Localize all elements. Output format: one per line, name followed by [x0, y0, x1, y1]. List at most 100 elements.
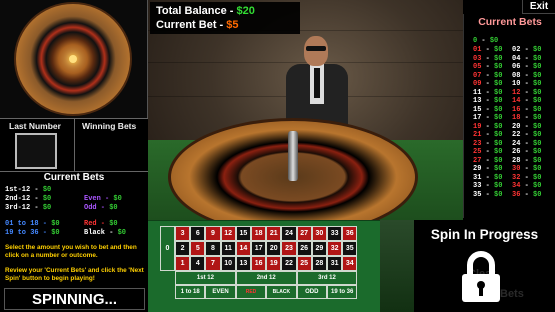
number-bet-amount: $0 — [494, 54, 503, 63]
number-label: 07 — [473, 71, 482, 80]
bet-cell-number[interactable]: 19 — [266, 256, 282, 271]
number-bet-item: 33 - $0 — [473, 182, 503, 190]
number-label: 33 — [473, 182, 482, 190]
number-label: 20 — [512, 122, 521, 131]
bet-label: Odd - — [84, 204, 106, 212]
bet-cell-outside[interactable]: EVEN — [205, 285, 236, 299]
number-bet-amount: $0 — [494, 46, 503, 54]
number-label: 29 — [473, 165, 482, 173]
bet-cell-dozen[interactable]: 1st 12 — [175, 271, 236, 285]
number-label: 31 — [473, 173, 482, 182]
number-bet-amount: $0 — [533, 54, 542, 63]
bet-cell-number[interactable]: 17 — [251, 241, 267, 256]
bet-cell-number[interactable]: 33 — [327, 226, 343, 241]
bet-amount: $0 — [109, 204, 118, 212]
bet-cell-number[interactable]: 36 — [342, 226, 358, 241]
number-bet-amount: $0 — [494, 122, 503, 131]
number-bet-item: 30 - $0 — [512, 165, 542, 173]
bet-cell-number[interactable]: 34 — [342, 256, 358, 271]
bet-cell-number[interactable]: 15 — [235, 226, 251, 241]
bet-cell-number[interactable]: 6 — [190, 226, 206, 241]
bet-cell-outside[interactable]: 19 to 36 — [327, 285, 358, 299]
bet-cell-number[interactable]: 16 — [251, 256, 267, 271]
bet-cell-number[interactable]: 25 — [296, 256, 312, 271]
bet-cell-outside[interactable]: BLACK — [266, 285, 297, 299]
number-label: 01 — [473, 46, 482, 54]
bet-cell-number[interactable]: 4 — [190, 256, 206, 271]
bet-cell-number[interactable]: 32 — [327, 241, 343, 256]
number-label: 03 — [473, 54, 482, 63]
current-bet-row: Black - $0 — [84, 229, 126, 237]
number-bet-amount: $0 — [494, 97, 503, 105]
bet-cell-number[interactable]: 23 — [281, 241, 297, 256]
bet-cell-number[interactable]: 12 — [220, 226, 236, 241]
number-label: 30 — [512, 165, 521, 173]
number-bet-item: 17 - $0 — [473, 114, 503, 122]
number-bet-amount: $0 — [494, 105, 503, 114]
bet-cell-number[interactable]: 5 — [190, 241, 206, 256]
current-bet-row: Even - $0 — [84, 195, 122, 203]
bet-cell-outside[interactable]: ODD — [296, 285, 327, 299]
bet-cell-number[interactable]: 8 — [205, 241, 221, 256]
bet-cell-number[interactable]: 20 — [266, 241, 282, 256]
number-label: 25 — [473, 148, 482, 156]
bet-cell-zero[interactable]: 0 — [160, 226, 175, 271]
number-bet-amount: $0 — [494, 182, 503, 190]
bet-label: 1st-12 - — [5, 186, 39, 194]
bet-cell-number[interactable]: 13 — [235, 256, 251, 271]
number-bet-item: 16 - $0 — [512, 105, 542, 114]
number-bet-item: 29 - $0 — [473, 165, 503, 173]
bet-cell-number[interactable]: 22 — [281, 256, 297, 271]
bet-cell-number[interactable]: 35 — [342, 241, 358, 256]
number-bet-amount: $0 — [494, 165, 503, 173]
bet-cell-number[interactable]: 30 — [311, 226, 327, 241]
number-label: 35 — [473, 190, 482, 199]
bet-cell-number[interactable]: 18 — [251, 226, 267, 241]
bet-cell-number[interactable]: 26 — [296, 241, 312, 256]
total-balance-line: Total Balance - $20 — [156, 5, 255, 17]
number-bet-amount: $0 — [494, 190, 503, 199]
lock-icon — [460, 251, 502, 303]
bet-cell-dozen[interactable]: 3rd 12 — [296, 271, 358, 285]
bet-cell-number[interactable]: 11 — [220, 241, 236, 256]
bet-cell-number[interactable]: 21 — [266, 226, 282, 241]
bet-amount: $0 — [117, 229, 127, 237]
bet-cell-number[interactable]: 9 — [205, 226, 221, 241]
number-label: 11 — [473, 88, 482, 97]
number-label: 24 — [512, 139, 521, 148]
bet-cell-number[interactable]: 28 — [311, 256, 327, 271]
exit-button[interactable]: Exit — [522, 0, 555, 14]
total-balance-value: $20 — [236, 5, 255, 17]
bet-cell-number[interactable]: 31 — [327, 256, 343, 271]
bet-cell-outside[interactable]: RED — [235, 285, 267, 299]
number-bet-item: 34 - $0 — [512, 182, 542, 190]
number-bet-amount: $0 — [494, 173, 503, 182]
number-bet-item: 32 - $0 — [512, 173, 542, 182]
bet-amount: $0 — [51, 229, 60, 237]
bet-cell-number[interactable]: 24 — [281, 226, 297, 241]
bet-cell-number[interactable]: 10 — [220, 256, 236, 271]
number-bet-amount: $0 — [533, 182, 542, 190]
bet-cell-number[interactable]: 27 — [296, 226, 312, 241]
bet-label: Black - — [84, 229, 114, 237]
bet-cell-number[interactable]: 29 — [311, 241, 327, 256]
number-bet-amount: $0 — [533, 165, 542, 173]
bet-cell-dozen[interactable]: 2nd 12 — [235, 271, 297, 285]
number-label: 13 — [473, 97, 482, 105]
number-bet-amount: $0 — [533, 105, 542, 114]
bet-cell-number[interactable]: 2 — [175, 241, 191, 256]
bet-cell-number[interactable]: 7 — [205, 256, 221, 271]
bet-amount: $0 — [42, 195, 52, 203]
number-label: 09 — [473, 80, 482, 88]
number-bet-amount: $0 — [494, 88, 503, 97]
spin-button[interactable]: SPINNING... — [4, 288, 145, 310]
current-bet-label: Current Bet - — [156, 19, 224, 31]
number-label: 19 — [473, 122, 482, 131]
bet-cell-number[interactable]: 14 — [235, 241, 251, 256]
roulette-wheel-icon — [14, 2, 132, 116]
bet-cell-number[interactable]: 3 — [175, 226, 191, 241]
number-bet-item: 01 - $0 — [473, 46, 503, 54]
number-bet-amount: $0 — [494, 148, 503, 156]
bet-cell-number[interactable]: 1 — [175, 256, 191, 271]
bet-cell-outside[interactable]: 1 to 18 — [175, 285, 206, 299]
